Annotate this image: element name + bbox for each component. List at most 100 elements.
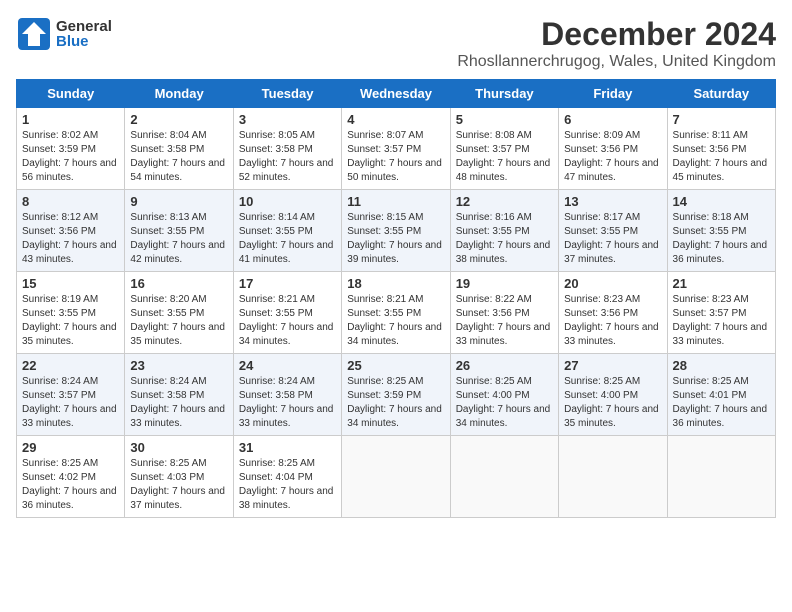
- day-detail: Sunrise: 8:22 AMSunset: 3:56 PMDaylight:…: [456, 293, 553, 349]
- calendar-day-cell: 9 Sunrise: 8:13 AMSunset: 3:55 PMDaylight…: [125, 190, 233, 272]
- calendar-day-cell: 27 Sunrise: 8:25 AMSunset: 4:00 PMDayligh…: [559, 354, 667, 436]
- day-number: 31: [239, 440, 336, 455]
- day-number: 12: [456, 194, 553, 209]
- day-number: 14: [673, 194, 770, 209]
- calendar-day-cell: [450, 436, 558, 518]
- day-detail: Sunrise: 8:16 AMSunset: 3:55 PMDaylight:…: [456, 211, 553, 267]
- calendar-week-row: 29Sunrise: 8:25 AMSunset: 4:02 PMDayligh…: [17, 436, 776, 518]
- day-detail: Sunrise: 8:02 AMSunset: 3:59 PMDaylight:…: [22, 129, 119, 185]
- calendar-day-cell: 1 Sunrise: 8:02 AMSunset: 3:59 PMDaylight…: [17, 108, 125, 190]
- day-detail: Sunrise: 8:23 AMSunset: 3:57 PMDaylight:…: [673, 293, 770, 349]
- calendar-day-header: Sunday: [17, 80, 125, 108]
- logo-blue: Blue: [56, 34, 112, 49]
- calendar-week-row: 8Sunrise: 8:12 AMSunset: 3:56 PMDaylight…: [17, 190, 776, 272]
- day-number: 3: [239, 112, 336, 127]
- calendar-day-cell: 8Sunrise: 8:12 AMSunset: 3:56 PMDaylight…: [17, 190, 125, 272]
- day-number: 23: [130, 358, 227, 373]
- day-number: 6: [564, 112, 661, 127]
- day-number: 2: [130, 112, 227, 127]
- day-number: 30: [130, 440, 227, 455]
- header: General Blue December 2024 Rhosllannerch…: [16, 16, 776, 71]
- calendar-day-cell: 24 Sunrise: 8:24 AMSunset: 3:58 PMDayligh…: [233, 354, 341, 436]
- calendar-day-cell: 17Sunrise: 8:21 AMSunset: 3:55 PMDayligh…: [233, 272, 341, 354]
- day-number: 11: [347, 194, 444, 209]
- day-detail: Sunrise: 8:05 AMSunset: 3:58 PMDaylight:…: [239, 129, 336, 185]
- day-detail: Sunrise: 8:25 AMSunset: 4:00 PMDaylight:…: [564, 375, 661, 431]
- title-area: December 2024 Rhosllannerchrugog, Wales,…: [457, 16, 776, 71]
- calendar-week-row: 15 Sunrise: 8:19 AMSunset: 3:55 PMDayligh…: [17, 272, 776, 354]
- calendar-day-cell: 14 Sunrise: 8:18 AMSunset: 3:55 PMDayligh…: [667, 190, 775, 272]
- day-number: 10: [239, 194, 336, 209]
- day-detail: Sunrise: 8:11 AMSunset: 3:56 PMDaylight:…: [673, 129, 770, 185]
- day-number: 29: [22, 440, 119, 455]
- calendar-day-cell: 4Sunrise: 8:07 AMSunset: 3:57 PMDaylight…: [342, 108, 450, 190]
- calendar-day-cell: 13Sunrise: 8:17 AMSunset: 3:55 PMDayligh…: [559, 190, 667, 272]
- calendar-day-cell: 10 Sunrise: 8:14 AMSunset: 3:55 PMDayligh…: [233, 190, 341, 272]
- day-number: 20: [564, 276, 661, 291]
- calendar-day-cell: 25 Sunrise: 8:25 AMSunset: 3:59 PMDayligh…: [342, 354, 450, 436]
- day-number: 21: [673, 276, 770, 291]
- day-number: 1: [22, 112, 119, 127]
- calendar-day-cell: 15 Sunrise: 8:19 AMSunset: 3:55 PMDayligh…: [17, 272, 125, 354]
- calendar-day-cell: 2 Sunrise: 8:04 AMSunset: 3:58 PMDaylight…: [125, 108, 233, 190]
- main-title: December 2024: [457, 16, 776, 53]
- calendar-day-header: Thursday: [450, 80, 558, 108]
- day-number: 7: [673, 112, 770, 127]
- calendar-day-cell: 6 Sunrise: 8:09 AMSunset: 3:56 PMDaylight…: [559, 108, 667, 190]
- day-detail: Sunrise: 8:19 AMSunset: 3:55 PMDaylight:…: [22, 293, 119, 349]
- day-detail: Sunrise: 8:24 AMSunset: 3:58 PMDaylight:…: [130, 375, 227, 431]
- logo-icon: [16, 16, 52, 52]
- calendar-day-cell: 31 Sunrise: 8:25 AMSunset: 4:04 PMDayligh…: [233, 436, 341, 518]
- calendar-day-cell: 23 Sunrise: 8:24 AMSunset: 3:58 PMDayligh…: [125, 354, 233, 436]
- day-detail: Sunrise: 8:25 AMSunset: 4:04 PMDaylight:…: [239, 457, 336, 513]
- day-detail: Sunrise: 8:25 AMSunset: 4:03 PMDaylight:…: [130, 457, 227, 513]
- day-detail: Sunrise: 8:15 AMSunset: 3:55 PMDaylight:…: [347, 211, 444, 267]
- calendar-day-cell: 5 Sunrise: 8:08 AMSunset: 3:57 PMDaylight…: [450, 108, 558, 190]
- day-detail: Sunrise: 8:13 AMSunset: 3:55 PMDaylight:…: [130, 211, 227, 267]
- calendar-day-cell: [559, 436, 667, 518]
- calendar-day-header: Saturday: [667, 80, 775, 108]
- calendar-day-cell: 3 Sunrise: 8:05 AMSunset: 3:58 PMDaylight…: [233, 108, 341, 190]
- day-number: 15: [22, 276, 119, 291]
- day-detail: Sunrise: 8:24 AMSunset: 3:57 PMDaylight:…: [22, 375, 119, 431]
- day-number: 24: [239, 358, 336, 373]
- day-number: 5: [456, 112, 553, 127]
- day-number: 19: [456, 276, 553, 291]
- calendar-day-cell: 7 Sunrise: 8:11 AMSunset: 3:56 PMDaylight…: [667, 108, 775, 190]
- day-detail: Sunrise: 8:25 AMSunset: 4:01 PMDaylight:…: [673, 375, 770, 431]
- day-number: 17: [239, 276, 336, 291]
- day-number: 27: [564, 358, 661, 373]
- calendar-header-row: SundayMondayTuesdayWednesdayThursdayFrid…: [17, 80, 776, 108]
- day-detail: Sunrise: 8:21 AMSunset: 3:55 PMDaylight:…: [347, 293, 444, 349]
- calendar-day-cell: 26 Sunrise: 8:25 AMSunset: 4:00 PMDayligh…: [450, 354, 558, 436]
- day-detail: Sunrise: 8:09 AMSunset: 3:56 PMDaylight:…: [564, 129, 661, 185]
- calendar-day-header: Tuesday: [233, 80, 341, 108]
- calendar-day-cell: 21 Sunrise: 8:23 AMSunset: 3:57 PMDayligh…: [667, 272, 775, 354]
- day-detail: Sunrise: 8:23 AMSunset: 3:56 PMDaylight:…: [564, 293, 661, 349]
- day-detail: Sunrise: 8:25 AMSunset: 4:00 PMDaylight:…: [456, 375, 553, 431]
- day-number: 4: [347, 112, 444, 127]
- day-detail: Sunrise: 8:14 AMSunset: 3:55 PMDaylight:…: [239, 211, 336, 267]
- calendar-day-cell: [342, 436, 450, 518]
- day-number: 25: [347, 358, 444, 373]
- calendar-day-cell: 29Sunrise: 8:25 AMSunset: 4:02 PMDayligh…: [17, 436, 125, 518]
- day-detail: Sunrise: 8:08 AMSunset: 3:57 PMDaylight:…: [456, 129, 553, 185]
- calendar-day-cell: [667, 436, 775, 518]
- day-detail: Sunrise: 8:25 AMSunset: 3:59 PMDaylight:…: [347, 375, 444, 431]
- logo-general: General: [56, 19, 112, 34]
- calendar-day-cell: 22Sunrise: 8:24 AMSunset: 3:57 PMDayligh…: [17, 354, 125, 436]
- day-number: 28: [673, 358, 770, 373]
- day-number: 26: [456, 358, 553, 373]
- day-number: 8: [22, 194, 119, 209]
- logo: General Blue: [16, 16, 112, 52]
- day-detail: Sunrise: 8:24 AMSunset: 3:58 PMDaylight:…: [239, 375, 336, 431]
- calendar-day-cell: 19 Sunrise: 8:22 AMSunset: 3:56 PMDayligh…: [450, 272, 558, 354]
- day-detail: Sunrise: 8:17 AMSunset: 3:55 PMDaylight:…: [564, 211, 661, 267]
- calendar-week-row: 22Sunrise: 8:24 AMSunset: 3:57 PMDayligh…: [17, 354, 776, 436]
- day-number: 16: [130, 276, 227, 291]
- calendar-week-row: 1 Sunrise: 8:02 AMSunset: 3:59 PMDaylight…: [17, 108, 776, 190]
- day-detail: Sunrise: 8:04 AMSunset: 3:58 PMDaylight:…: [130, 129, 227, 185]
- day-detail: Sunrise: 8:18 AMSunset: 3:55 PMDaylight:…: [673, 211, 770, 267]
- calendar-day-cell: 16Sunrise: 8:20 AMSunset: 3:55 PMDayligh…: [125, 272, 233, 354]
- day-number: 9: [130, 194, 227, 209]
